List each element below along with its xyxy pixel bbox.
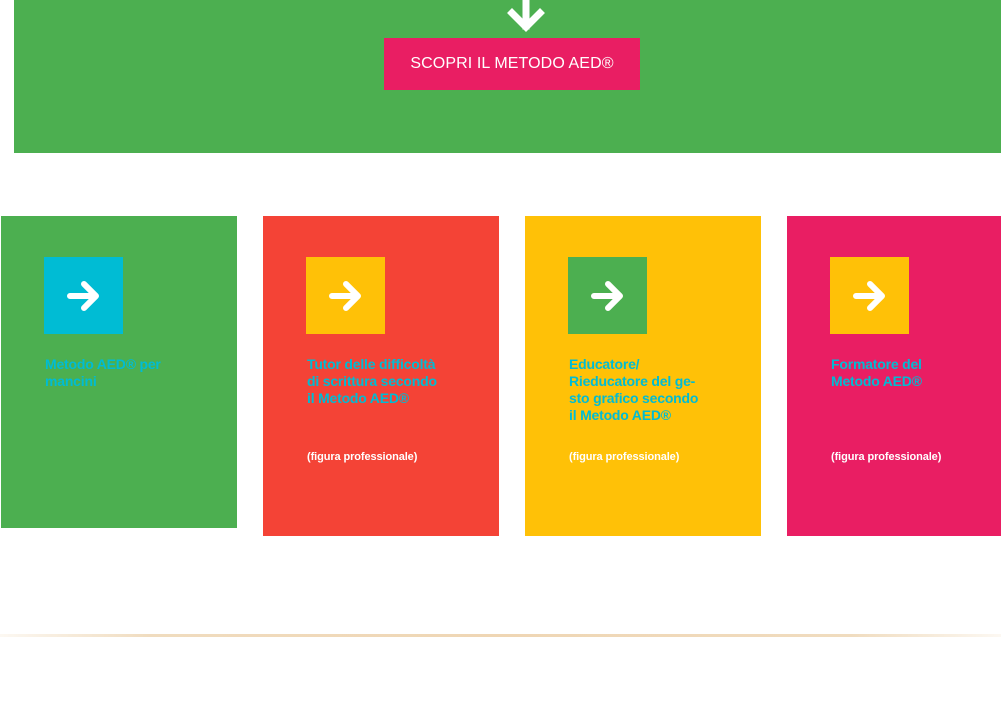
section-divider (0, 634, 1001, 637)
right-arrow-icon (852, 280, 885, 311)
card-title: Formatore del Metodo AED® (831, 356, 922, 389)
card-title: Educatore/ Rieducatore del ge- sto grafi… (569, 356, 699, 423)
card-writing-tutor[interactable]: Tutor delle difficoltà di scrittura seco… (263, 216, 499, 536)
down-arrow-icon (507, 0, 545, 32)
card-arrow-box (44, 257, 123, 334)
right-arrow-icon (590, 280, 623, 311)
card-title: Metodo AED® per mancini (45, 356, 161, 389)
card-subtitle: (figura professionale) (307, 451, 418, 463)
card-arrow-box (306, 257, 385, 334)
card-arrow-box (830, 257, 909, 334)
right-arrow-icon (66, 280, 99, 311)
card-arrow-box (568, 257, 647, 334)
card-method-trainer[interactable]: Formatore del Metodo AED® (figura profes… (787, 216, 1001, 536)
card-subtitle: (figura professionale) (831, 451, 942, 463)
card-graphic-gesture-educator[interactable]: Educatore/ Rieducatore del ge- sto grafi… (525, 216, 761, 536)
card-subtitle: (figura professionale) (569, 451, 680, 463)
card-title: Tutor delle difficoltà di scrittura seco… (307, 356, 437, 406)
card-left-handed[interactable]: Metodo AED® per mancini (1, 216, 237, 528)
discover-method-button[interactable]: SCOPRI IL METODO AED® (384, 38, 640, 90)
right-arrow-icon (328, 280, 361, 311)
